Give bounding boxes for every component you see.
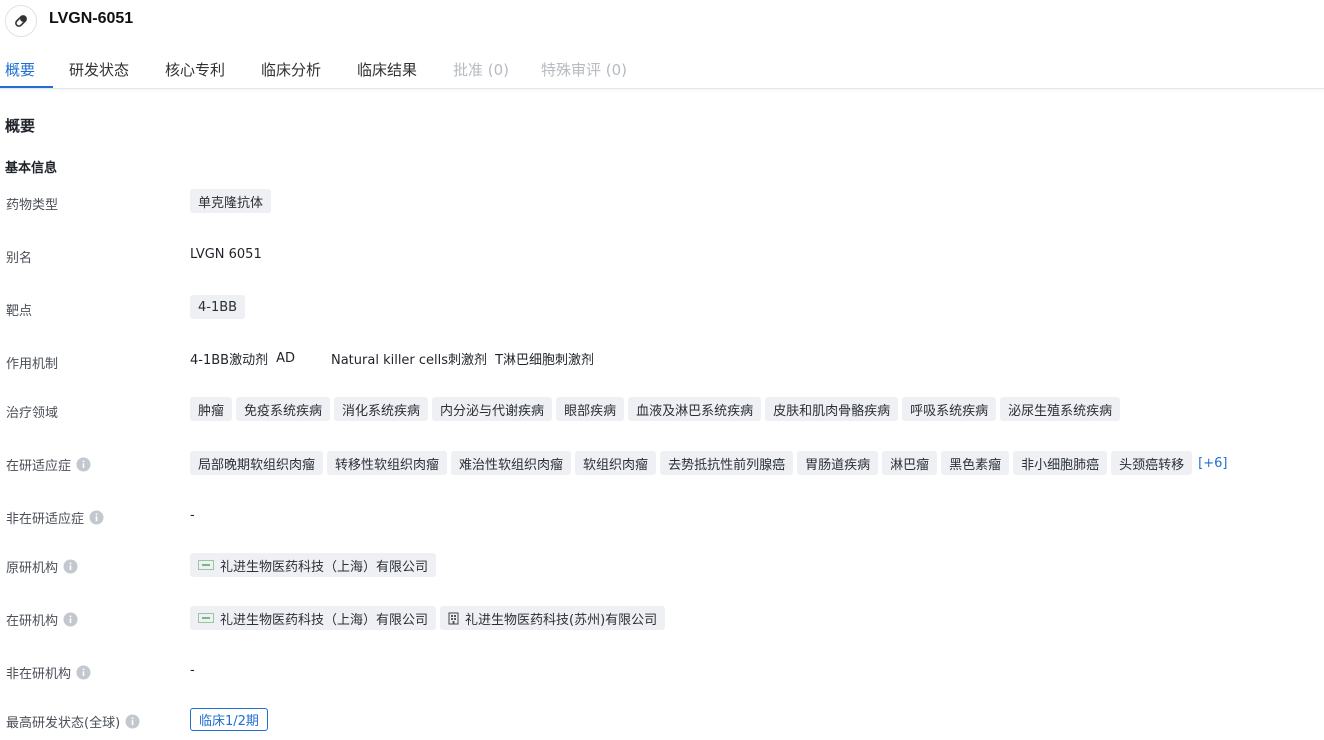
mechanism-item: 4-1BB激动剂 [190,353,269,368]
info-icon[interactable] [63,559,78,574]
active-orgs-label: 在研机构 [6,610,78,629]
pill-icon [5,5,37,37]
tab-approvals: 批准 (0) [453,61,510,79]
indication-tag[interactable]: 头颈癌转移 [1111,451,1193,475]
mechanism-item: T淋巴细胞刺激剂 [495,353,595,368]
drug-type-value: 单克隆抗体 [190,189,275,213]
indication-tag[interactable]: 黑色素瘤 [941,451,1010,475]
mechanism-item: AD [276,351,295,366]
inactive-orgs-label: 非在研机构 [6,663,91,682]
therapeutic-area-tag[interactable]: 皮肤和肌肉骨骼疾病 [765,397,899,421]
tab-core-patents[interactable]: 核心专利 [165,59,225,80]
alias-label: 别名 [6,251,33,266]
target-label: 靶点 [6,304,33,319]
therapeutic-area-tag[interactable]: 眼部疾病 [556,397,625,421]
active-orgs-value: 礼进生物医药科技（上海）有限公司 礼进生物医药科技(苏州)有限公司 [190,606,669,630]
phase-status-badge[interactable]: 临床1/2期 [190,708,268,731]
highest-phase-value: 临床1/2期 [190,708,268,731]
indication-tag[interactable]: 局部晚期软组织肉瘤 [190,451,324,475]
drug-type-tag[interactable]: 单克隆抗体 [190,189,272,213]
info-icon[interactable] [63,612,78,627]
therapeutic-area-tag[interactable]: 消化系统疾病 [334,397,429,421]
page-header: LVGN-6051 [0,0,1324,42]
drug-type-label: 药物类型 [6,198,59,213]
building-icon [448,611,459,625]
org-tag[interactable]: 礼进生物医药科技（上海）有限公司 [190,606,437,630]
therapeutic-area-tag[interactable]: 呼吸系统疾病 [902,397,997,421]
company-logo-icon [198,613,214,623]
tab-clinical-results[interactable]: 临床结果 [357,59,417,80]
originator-value: 礼进生物医药科技（上海）有限公司 [190,553,440,577]
indication-tag[interactable]: 去势抵抗性前列腺癌 [660,451,794,475]
therapeutic-area-tag[interactable]: 血液及淋巴系统疾病 [628,397,762,421]
target-tag[interactable]: 4-1BB [190,295,246,319]
tab-overview[interactable]: 概要 [5,59,35,80]
info-icon[interactable] [125,714,140,729]
section-title: 概要 [5,117,36,135]
indication-tag[interactable]: 非小细胞肺癌 [1013,451,1108,475]
therapeutic-area-tag[interactable]: 肿瘤 [190,397,233,421]
tab-bar: 概要 研发状态 核心专利 临床分析 临床结果 批准 (0) 特殊审评 (0) [0,52,1324,89]
info-icon[interactable] [89,510,104,525]
therapeutic-area-tag[interactable]: 免疫系统疾病 [236,397,331,421]
tab-clinical-analysis[interactable]: 临床分析 [261,59,321,80]
active-indications-tags: 局部晚期软组织肉瘤 转移性软组织肉瘤 难治性软组织肉瘤 软组织肉瘤 去势抵抗性前… [190,451,1227,475]
highest-phase-label: 最高研发状态(全球) [6,712,140,731]
page-title: LVGN-6051 [49,10,134,27]
inactive-indications-value: - [190,508,195,523]
active-indications-label: 在研适应症 [6,455,91,474]
more-indications-link[interactable]: [+6] [1198,456,1227,471]
mechanism-label: 作用机制 [6,357,59,372]
therapeutic-area-label: 治疗领域 [6,406,59,421]
indication-tag[interactable]: 转移性软组织肉瘤 [327,451,448,475]
therapeutic-area-tag[interactable]: 泌尿生殖系统疾病 [1000,397,1121,421]
therapeutic-area-tag[interactable]: 内分泌与代谢疾病 [432,397,553,421]
org-tag[interactable]: 礼进生物医药科技(苏州)有限公司 [440,606,666,630]
tab-special-review: 特殊审评 (0) [541,61,628,79]
indication-tag[interactable]: 软组织肉瘤 [575,451,657,475]
company-logo-icon [198,560,214,570]
indication-tag[interactable]: 难治性软组织肉瘤 [451,451,572,475]
mechanism-value: 4-1BB激动剂 AD Natural killer cells刺激剂 T淋巴细… [190,349,594,368]
indication-tag[interactable]: 淋巴瘤 [882,451,938,475]
org-tag[interactable]: 礼进生物医药科技（上海）有限公司 [190,553,437,577]
info-icon[interactable] [76,457,91,472]
inactive-indications-label: 非在研适应症 [6,508,104,527]
indication-tag[interactable]: 胃肠道疾病 [797,451,879,475]
inactive-orgs-value: - [190,663,195,678]
info-icon[interactable] [76,665,91,680]
alias-value: LVGN 6051 [190,247,262,262]
active-tab-indicator [0,86,53,88]
originator-label: 原研机构 [6,557,78,576]
therapeutic-area-tags: 肿瘤 免疫系统疾病 消化系统疾病 内分泌与代谢疾病 眼部疾病 血液及淋巴系统疾病… [190,397,1124,421]
tab-rd-status[interactable]: 研发状态 [69,59,129,80]
mechanism-item: Natural killer cells刺激剂 [330,353,488,368]
basic-info-title: 基本信息 [5,161,58,176]
target-value: 4-1BB [190,295,249,319]
